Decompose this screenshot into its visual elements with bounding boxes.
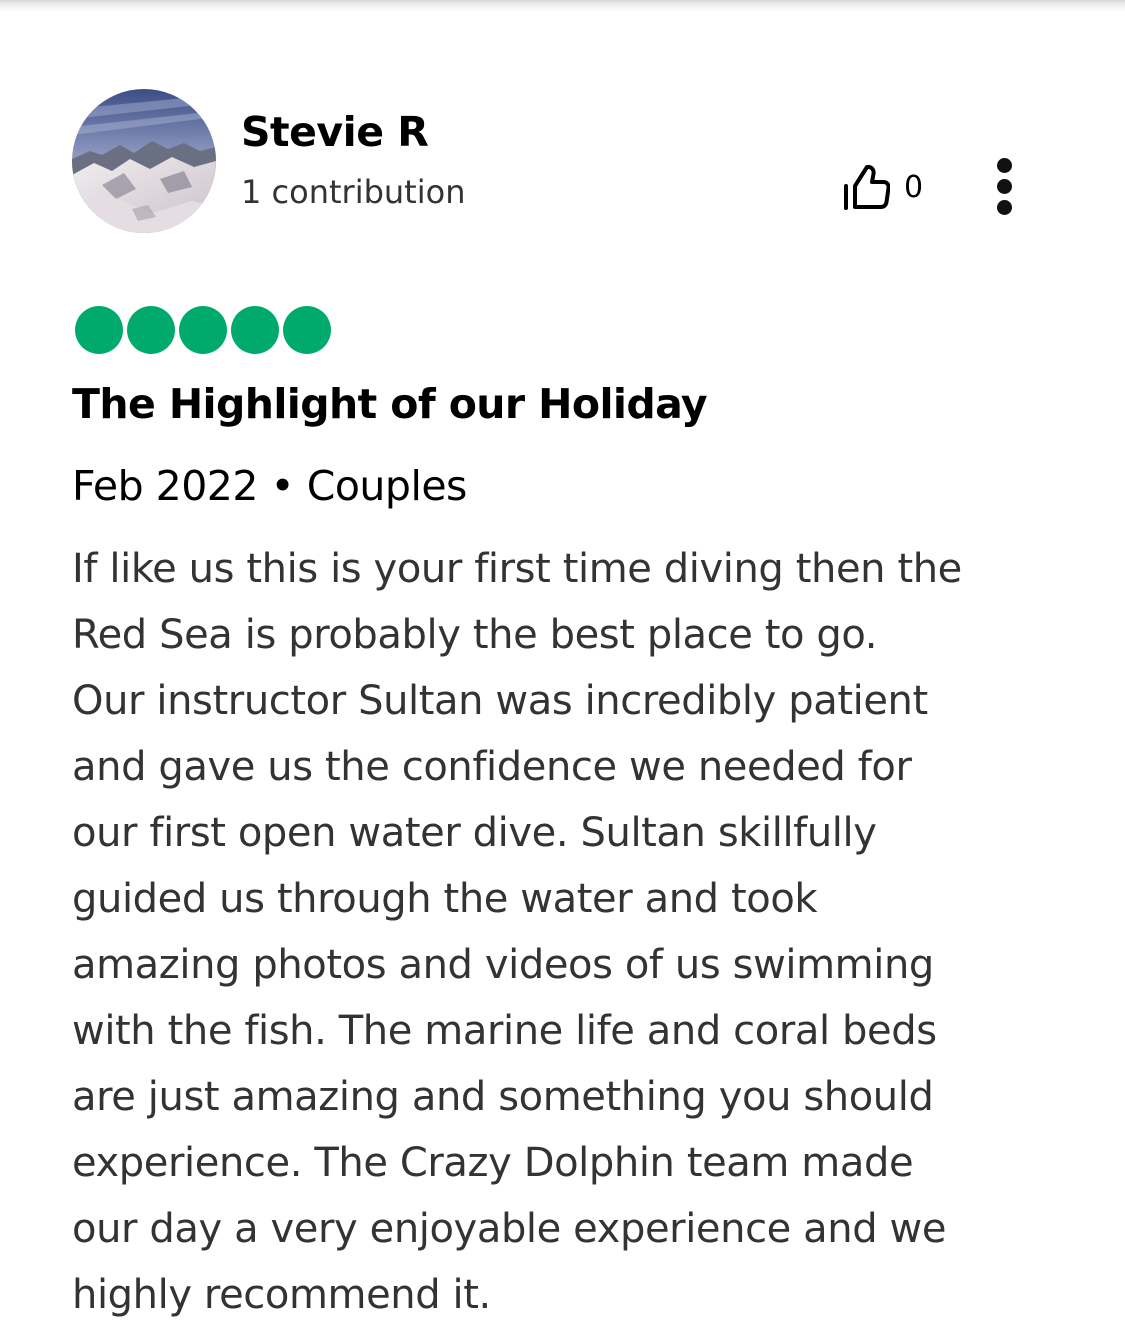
thumbs-up-icon bbox=[842, 165, 890, 211]
rating-bubble-icon bbox=[127, 306, 175, 354]
review-body-line: with the fish. The marine life and coral… bbox=[72, 1008, 937, 1054]
review-body-line: are just amazing and something you shoul… bbox=[72, 1074, 934, 1120]
more-vertical-icon-dot bbox=[997, 179, 1012, 194]
rating-bubble-icon bbox=[283, 306, 331, 354]
review-body-line: our day a very enjoyable experience and … bbox=[72, 1206, 947, 1252]
reviewer-name[interactable]: Stevie R bbox=[241, 106, 429, 158]
reviewer-contributions: 1 contribution bbox=[241, 173, 466, 211]
review-date-trip-type: Feb 2022 • Couples bbox=[72, 462, 467, 510]
rating-bubble-icon bbox=[179, 306, 227, 354]
review-body-line: Red Sea is probably the best place to go… bbox=[72, 612, 878, 658]
helpful-count: 0 bbox=[904, 170, 924, 205]
review-header: Stevie R 1 contribution 0 bbox=[72, 88, 1052, 234]
more-vertical-icon bbox=[997, 158, 1012, 173]
top-divider bbox=[0, 0, 1125, 12]
review-body-line: guided us through the water and took bbox=[72, 876, 818, 922]
more-options-button[interactable] bbox=[990, 158, 1020, 216]
review-title[interactable]: The Highlight of our Holiday bbox=[72, 376, 708, 432]
review-body-line: experience. The Crazy Dolphin team made bbox=[72, 1140, 914, 1186]
rating-bubble-icon bbox=[231, 306, 279, 354]
avatar-image bbox=[72, 89, 216, 233]
review-body-line: and gave us the confidence we needed for bbox=[72, 744, 912, 790]
rating-bubbles bbox=[75, 306, 335, 354]
review-body-line: Our instructor Sultan was incredibly pat… bbox=[72, 678, 928, 724]
review-body-line: amazing photos and videos of us swimming bbox=[72, 942, 934, 988]
review-body-line: highly recommend it. bbox=[72, 1272, 491, 1318]
avatar[interactable] bbox=[72, 89, 216, 233]
review-body-line: If like us this is your first time divin… bbox=[72, 546, 962, 592]
review-body-line: our first open water dive. Sultan skillf… bbox=[72, 810, 877, 856]
review-body: If like us this is your first time divin… bbox=[72, 536, 1092, 1328]
helpful-vote-button[interactable]: 0 bbox=[842, 162, 923, 214]
more-vertical-icon-dot bbox=[997, 200, 1012, 215]
rating-bubble-icon bbox=[75, 306, 123, 354]
